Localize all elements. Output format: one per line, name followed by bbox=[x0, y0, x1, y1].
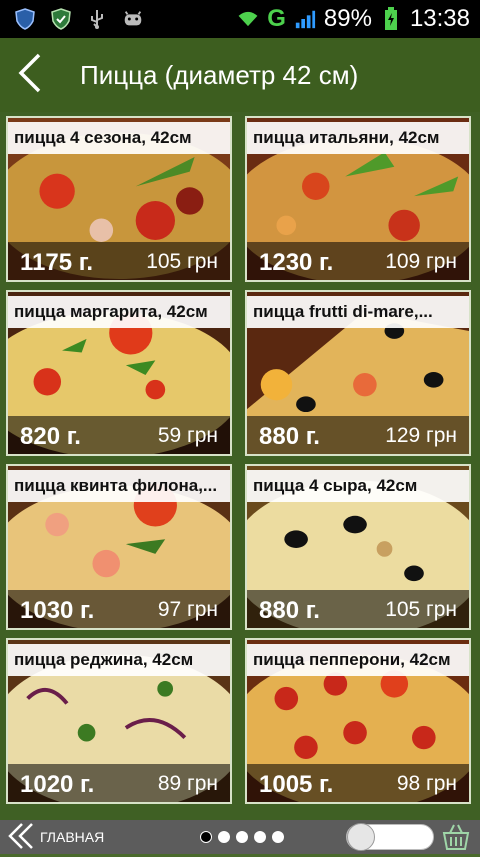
home-button[interactable]: ГЛАВНАЯ bbox=[0, 821, 104, 854]
product-price: 105 грн bbox=[146, 250, 218, 273]
product-name: пицца frutti di-mare,... bbox=[247, 296, 469, 328]
product-price: 59 грн bbox=[157, 424, 218, 447]
product-price: 89 грн bbox=[157, 772, 218, 795]
double-chevron-left-icon bbox=[6, 821, 36, 854]
chevron-left-icon bbox=[17, 53, 43, 98]
toggle-knob[interactable] bbox=[347, 823, 375, 851]
product-weight: 820 г. bbox=[20, 423, 81, 450]
product-name: пицца пепперони, 42см bbox=[247, 644, 469, 676]
product-price: 109 грн bbox=[385, 250, 457, 273]
product-info: 1020 г. 89 грн bbox=[8, 764, 230, 802]
cart-button[interactable] bbox=[440, 822, 472, 852]
product-price: 97 грн bbox=[157, 598, 218, 621]
page-dot[interactable] bbox=[236, 831, 248, 843]
product-card[interactable]: пицца реджина, 42см 1020 г. 89 грн bbox=[6, 638, 232, 804]
product-weight: 1230 г. bbox=[259, 249, 334, 276]
android-icon bbox=[122, 8, 144, 30]
product-name: пицца квинта филона,... bbox=[8, 470, 230, 502]
product-weight: 1175 г. bbox=[20, 249, 93, 276]
product-weight: 880 г. bbox=[259, 423, 320, 450]
product-card[interactable]: пицца frutti di-mare,... 880 г. 129 грн bbox=[245, 290, 471, 456]
product-card[interactable]: пицца маргарита, 42см 820 г. 59 грн bbox=[6, 290, 232, 456]
product-card[interactable]: пицца итальяни, 42см 1230 г. 109 грн bbox=[245, 116, 471, 282]
product-card[interactable]: пицца 4 сезона, 42см 1175 г. 105 грн bbox=[6, 116, 232, 282]
product-price: 105 грн bbox=[385, 598, 457, 621]
home-label: ГЛАВНАЯ bbox=[40, 829, 105, 845]
signal-icon bbox=[294, 8, 316, 30]
product-card[interactable]: пицца квинта филона,... 1030 г. 97 грн bbox=[6, 464, 232, 630]
product-info: 880 г. 105 грн bbox=[247, 590, 469, 628]
page-indicator bbox=[200, 820, 284, 854]
product-info: 1175 г. 105 грн bbox=[8, 242, 230, 280]
product-price: 129 грн bbox=[385, 424, 457, 447]
page-title: Пицца (диаметр 42 см) bbox=[80, 59, 359, 90]
product-weight: 1030 г. bbox=[20, 597, 95, 624]
product-name: пицца реджина, 42см bbox=[8, 644, 230, 676]
shield-icon bbox=[14, 8, 36, 30]
product-card[interactable]: пицца 4 сыра, 42см 880 г. 105 грн bbox=[245, 464, 471, 630]
status-bar: G 89% 13:38 bbox=[0, 0, 480, 38]
battery-icon bbox=[380, 7, 402, 30]
product-weight: 1005 г. bbox=[259, 771, 334, 798]
product-grid: пицца 4 сезона, 42см 1175 г. 105 грн пиц… bbox=[0, 112, 480, 820]
product-info: 1230 г. 109 грн bbox=[247, 242, 469, 280]
product-card[interactable]: пицца пепперони, 42см 1005 г. 98 грн bbox=[245, 638, 471, 804]
app-header: Пицца (диаметр 42 см) bbox=[0, 38, 480, 112]
product-weight: 880 г. bbox=[259, 597, 320, 624]
product-name: пицца 4 сыра, 42см bbox=[247, 470, 469, 502]
product-name: пицца 4 сезона, 42см bbox=[8, 122, 230, 154]
back-button[interactable] bbox=[0, 38, 60, 112]
product-info: 1005 г. 98 грн bbox=[247, 764, 469, 802]
product-info: 1030 г. 97 грн bbox=[8, 590, 230, 628]
network-type: G bbox=[267, 5, 286, 32]
bottom-bar: ГЛАВНАЯ bbox=[0, 820, 480, 854]
wifi-icon bbox=[237, 8, 259, 30]
product-weight: 1020 г. bbox=[20, 771, 95, 798]
product-info: 820 г. 59 грн bbox=[8, 416, 230, 454]
page-dot[interactable] bbox=[200, 831, 212, 843]
view-toggle[interactable] bbox=[346, 823, 434, 851]
product-name: пицца маргарита, 42см bbox=[8, 296, 230, 328]
page-dot[interactable] bbox=[218, 831, 230, 843]
battery-percent: 89% bbox=[323, 5, 372, 32]
product-price: 98 грн bbox=[396, 772, 457, 795]
basket-icon bbox=[440, 824, 472, 856]
clock: 13:38 bbox=[409, 5, 470, 32]
usb-icon bbox=[86, 8, 108, 30]
page-dot[interactable] bbox=[272, 831, 284, 843]
shield-check-icon bbox=[50, 8, 72, 30]
page-dot[interactable] bbox=[254, 831, 266, 843]
product-name: пицца итальяни, 42см bbox=[247, 122, 469, 154]
product-info: 880 г. 129 грн bbox=[247, 416, 469, 454]
